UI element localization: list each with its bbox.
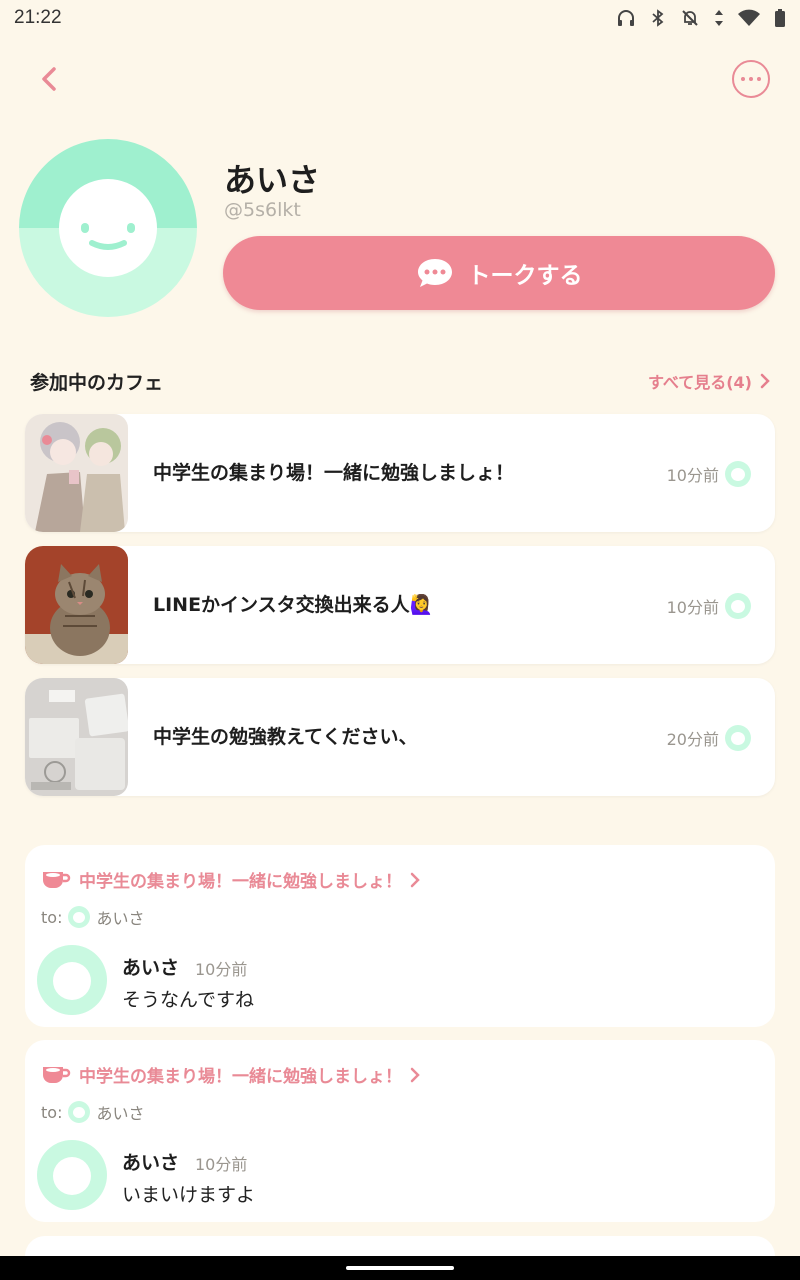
system-nav-bar bbox=[0, 1256, 800, 1280]
profile-handle: @5s6lkt bbox=[224, 199, 301, 221]
author-avatar[interactable] bbox=[37, 1140, 107, 1210]
to-label: to: bbox=[41, 907, 63, 927]
smile-icon bbox=[81, 223, 135, 250]
member-avatar-icon bbox=[725, 461, 751, 487]
cafe-time: 10分前 bbox=[666, 598, 719, 617]
section-title: 参加中のカフェ bbox=[30, 371, 164, 394]
post-author: あいさ bbox=[122, 1152, 180, 1174]
battery-icon bbox=[775, 9, 785, 27]
talk-button[interactable]: トークする bbox=[223, 236, 775, 310]
cafes-section-header: 参加中のカフェ すべて見る(4) bbox=[30, 365, 770, 397]
cafe-title: LINEかインスタ交換出来る人🙋‍♀️ bbox=[153, 594, 434, 616]
post-time: 10分前 bbox=[195, 960, 248, 979]
post-author: あいさ bbox=[122, 957, 180, 979]
anime-girls-thumbnail bbox=[25, 414, 128, 532]
avatar-face bbox=[59, 179, 157, 277]
post-time: 10分前 bbox=[195, 1155, 248, 1174]
headphones-icon bbox=[618, 10, 634, 26]
chevron-left-icon bbox=[42, 67, 56, 91]
see-all-label: すべて見る(4) bbox=[648, 373, 752, 392]
post-recipient: to: あいさ bbox=[41, 905, 144, 929]
wifi-icon bbox=[738, 9, 760, 26]
recipient-name: あいさ bbox=[96, 909, 145, 928]
cafe-title: 中学生の勉強教えてください、 bbox=[153, 726, 418, 748]
kitten-thumbnail bbox=[25, 546, 128, 664]
more-dot-icon bbox=[741, 77, 745, 81]
see-all-link[interactable]: すべて見る(4) bbox=[648, 369, 770, 393]
post-cafe-name: 中学生の集まり場！一緒に勉強しましょ！ bbox=[79, 872, 402, 892]
post-cafe-link[interactable]: 中学生の集まり場！一緒に勉強しましょ！ bbox=[41, 867, 420, 892]
more-dot-icon bbox=[757, 77, 761, 81]
cafe-item[interactable]: 中学生の勉強教えてください、 20分前 bbox=[25, 678, 775, 796]
top-nav bbox=[0, 55, 800, 105]
cafe-time: 10分前 bbox=[666, 466, 719, 485]
chevron-right-icon bbox=[760, 373, 770, 389]
more-dot-icon bbox=[749, 77, 753, 81]
post-cafe-link[interactable]: 中学生の集まり場！一緒に勉強しましょ！ bbox=[41, 1062, 420, 1087]
bluetooth-icon bbox=[652, 9, 664, 27]
member-avatar-icon bbox=[725, 725, 751, 751]
back-button[interactable] bbox=[34, 61, 64, 97]
cafe-item[interactable]: 中学生の集まり場！一緒に勉強しましょ！ 10分前 bbox=[25, 414, 775, 532]
avatar-face bbox=[53, 962, 91, 1000]
chevron-right-icon bbox=[410, 872, 420, 887]
chevron-right-icon bbox=[410, 1067, 420, 1082]
recipient-avatar-icon bbox=[68, 1101, 91, 1123]
cup-icon bbox=[43, 871, 71, 888]
notifications-off-icon bbox=[682, 10, 698, 26]
post-cafe-name: 中学生の集まり場！一緒に勉強しましょ！ bbox=[79, 1067, 402, 1087]
cafe-title: 中学生の集まり場！一緒に勉強しましょ！ bbox=[153, 462, 515, 484]
cafe-item[interactable]: LINEかインスタ交換出来る人🙋‍♀️ 10分前 bbox=[25, 546, 775, 664]
chat-bubble-icon bbox=[417, 259, 452, 287]
status-time: 21:22 bbox=[14, 7, 62, 28]
status-icons bbox=[616, 8, 786, 28]
recipient-name: あいさ bbox=[96, 1104, 145, 1123]
home-gesture-handle[interactable] bbox=[346, 1266, 454, 1270]
talk-button-label: トークする bbox=[467, 263, 583, 289]
more-options-button[interactable] bbox=[732, 60, 770, 98]
desk-thumbnail bbox=[25, 678, 128, 796]
post-recipient: to: あいさ bbox=[41, 1100, 144, 1124]
cafe-thumbnail bbox=[25, 546, 128, 664]
profile-name: あいさ bbox=[224, 161, 321, 199]
post-card[interactable]: 中学生の集まり場！一緒に勉強しましょ！ to: あいさ あいさ 10分前 そうな… bbox=[25, 845, 775, 1027]
avatar-face bbox=[53, 1157, 91, 1195]
cafe-thumbnail bbox=[25, 678, 128, 796]
cafe-time: 20分前 bbox=[666, 730, 719, 749]
status-bar: 21:22 bbox=[0, 0, 800, 36]
author-avatar[interactable] bbox=[37, 945, 107, 1015]
cup-icon bbox=[43, 1066, 71, 1083]
to-label: to: bbox=[41, 1102, 63, 1122]
cafe-thumbnail bbox=[25, 414, 128, 532]
member-avatar-icon bbox=[725, 593, 751, 619]
profile-avatar[interactable] bbox=[19, 139, 197, 317]
recipient-avatar-icon bbox=[68, 906, 91, 928]
post-card[interactable]: 中学生の集まり場！一緒に勉強しましょ！ to: あいさ あいさ 10分前 いまい… bbox=[25, 1040, 775, 1222]
data-arrows-icon bbox=[715, 10, 723, 26]
post-message: そうなんですね bbox=[122, 989, 255, 1011]
post-message: いまいけますよ bbox=[122, 1184, 256, 1206]
